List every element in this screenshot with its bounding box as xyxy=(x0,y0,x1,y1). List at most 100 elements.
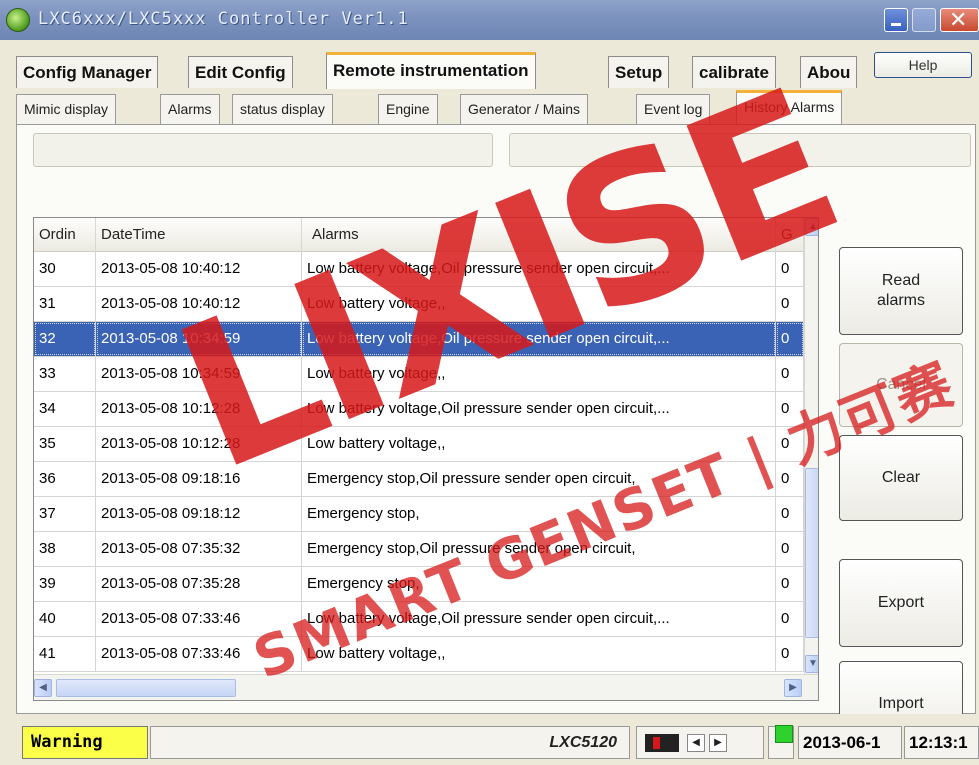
cell-alarms[interactable]: Emergency stop,Oil pressure sender open … xyxy=(302,462,776,496)
cell-g[interactable]: 0 xyxy=(776,462,804,496)
cell-ordin[interactable]: 41 xyxy=(34,637,96,671)
cell-g[interactable]: 0 xyxy=(776,392,804,426)
cell-alarms[interactable]: Low battery voltage,Oil pressure sender … xyxy=(302,322,776,356)
cell-ordin[interactable]: 35 xyxy=(34,427,96,461)
cell-datetime[interactable]: 2013-05-08 10:40:12 xyxy=(96,287,302,321)
cell-alarms[interactable]: Emergency stop,Oil pressure sender open … xyxy=(302,532,776,566)
table-row[interactable]: 34 2013-05-08 10:12:28 Low battery voltage… xyxy=(34,392,804,427)
cell-g[interactable]: 0 xyxy=(776,602,804,636)
column-header-ordin[interactable]: Ordin xyxy=(34,218,96,252)
cell-alarms[interactable]: Low battery voltage,, xyxy=(302,357,776,391)
scroll-up-icon[interactable]: ▲ xyxy=(805,218,818,236)
cell-ordin[interactable]: 33 xyxy=(34,357,96,391)
subtab-mimic-display[interactable]: Mimic display xyxy=(16,94,117,124)
subtab-event-log[interactable]: Event log xyxy=(636,94,711,124)
subtab-engine[interactable]: Engine xyxy=(378,94,438,124)
cell-datetime[interactable]: 2013-05-08 10:12:28 xyxy=(96,392,302,426)
table-row[interactable]: 39 2013-05-08 07:35:28 Emergency stop, 0 xyxy=(34,567,804,602)
cell-datetime[interactable]: 2013-05-08 09:18:12 xyxy=(96,497,302,531)
subtab-alarms[interactable]: Alarms xyxy=(160,94,220,124)
cell-datetime[interactable]: 2013-05-08 07:33:46 xyxy=(96,602,302,636)
cell-g[interactable]: 0 xyxy=(776,427,804,461)
minimize-button[interactable] xyxy=(884,8,908,32)
maximize-button[interactable] xyxy=(912,8,936,32)
tab-setup[interactable]: Setup xyxy=(608,56,670,88)
cell-datetime[interactable]: 2013-05-08 10:34:59 xyxy=(96,322,302,356)
table-row[interactable]: 40 2013-05-08 07:33:46 Low battery voltage… xyxy=(34,602,804,637)
scroll-right-icon[interactable]: ▶ xyxy=(784,679,802,697)
clear-button[interactable]: Clear xyxy=(839,435,963,521)
table-row[interactable]: 41 2013-05-08 07:33:46 Low battery voltage… xyxy=(34,637,804,672)
subtab-status-display[interactable]: status display xyxy=(232,94,333,124)
tab-calibrate[interactable]: calibrate xyxy=(692,56,776,88)
cell-g[interactable]: 0 xyxy=(776,637,804,671)
tab-edit-config[interactable]: Edit Config xyxy=(188,56,293,88)
cell-datetime[interactable]: 2013-05-08 10:34:59 xyxy=(96,357,302,391)
table-row[interactable]: 30 2013-05-08 10:40:12 Low battery voltage… xyxy=(34,252,804,287)
info-field-left[interactable] xyxy=(33,133,493,167)
cell-ordin[interactable]: 31 xyxy=(34,287,96,321)
cell-alarms[interactable]: Low battery voltage,Oil pressure sender … xyxy=(302,602,776,636)
cell-ordin[interactable]: 38 xyxy=(34,532,96,566)
table-row[interactable]: 33 2013-05-08 10:34:59 Low battery voltage… xyxy=(34,357,804,392)
subtab-generator-mains[interactable]: Generator / Mains xyxy=(460,94,589,124)
cell-ordin[interactable]: 34 xyxy=(34,392,96,426)
cell-g[interactable]: 0 xyxy=(776,252,804,286)
cell-datetime[interactable]: 2013-05-08 07:35:32 xyxy=(96,532,302,566)
column-header-g[interactable]: G xyxy=(776,218,804,252)
tab-config-manager[interactable]: Config Manager xyxy=(16,56,159,88)
column-header-alarms[interactable]: Alarms xyxy=(302,218,776,252)
next-arrow-icon[interactable]: ▶ xyxy=(709,734,727,752)
table-row[interactable]: 38 2013-05-08 07:35:32 Emergency stop,Oil … xyxy=(34,532,804,567)
read-alarms-button[interactable]: Read alarms xyxy=(839,247,963,335)
cell-alarms[interactable]: Low battery voltage,, xyxy=(302,287,776,321)
scroll-down-icon[interactable]: ▼ xyxy=(805,655,818,673)
cell-alarms[interactable]: Low battery voltage,Oil pressure sender … xyxy=(302,392,776,426)
page-navigator: ◀ ▶ xyxy=(636,726,764,759)
cell-datetime[interactable]: 2013-05-08 07:33:46 xyxy=(96,637,302,671)
cell-g[interactable]: 0 xyxy=(776,322,804,356)
table-row[interactable]: 35 2013-05-08 10:12:28 Low battery voltage… xyxy=(34,427,804,462)
cell-g[interactable]: 0 xyxy=(776,357,804,391)
table-row[interactable]: 36 2013-05-08 09:18:16 Emergency stop,Oil … xyxy=(34,462,804,497)
cell-alarms[interactable]: Emergency stop, xyxy=(302,567,776,601)
close-button[interactable] xyxy=(940,8,979,33)
cell-alarms[interactable]: Emergency stop, xyxy=(302,497,776,531)
cell-datetime[interactable]: 2013-05-08 10:12:28 xyxy=(96,427,302,461)
cancel-button[interactable]: Cancel xyxy=(839,343,963,427)
tab-remote-instrumentation[interactable]: Remote instrumentation xyxy=(326,52,536,89)
help-button[interactable]: Help xyxy=(874,52,972,78)
table-row[interactable]: 37 2013-05-08 09:18:12 Emergency stop, 0 xyxy=(34,497,804,532)
info-field-right[interactable] xyxy=(509,133,971,167)
tab-about[interactable]: Abou xyxy=(800,56,858,88)
connection-status xyxy=(768,725,794,759)
prev-arrow-icon[interactable]: ◀ xyxy=(687,734,705,752)
horizontal-scroll-thumb[interactable] xyxy=(56,679,236,697)
horizontal-scrollbar[interactable]: ◀ ▶ xyxy=(34,674,818,700)
cell-g[interactable]: 0 xyxy=(776,567,804,601)
subtab-history-alarms[interactable]: History Alarms xyxy=(736,90,843,125)
cell-ordin[interactable]: 32 xyxy=(34,322,96,356)
cell-datetime[interactable]: 2013-05-08 09:18:16 xyxy=(96,462,302,496)
cell-g[interactable]: 0 xyxy=(776,532,804,566)
cell-datetime[interactable]: 2013-05-08 07:35:28 xyxy=(96,567,302,601)
column-header-datetime[interactable]: DateTime xyxy=(96,218,302,252)
table-row[interactable]: 32 2013-05-08 10:34:59 Low battery voltage… xyxy=(34,322,804,357)
cell-ordin[interactable]: 36 xyxy=(34,462,96,496)
cell-ordin[interactable]: 40 xyxy=(34,602,96,636)
table-row[interactable]: 31 2013-05-08 10:40:12 Low battery voltage… xyxy=(34,287,804,322)
export-button[interactable]: Export xyxy=(839,559,963,647)
cell-g[interactable]: 0 xyxy=(776,497,804,531)
history-alarms-grid[interactable]: Ordin DateTime Alarms G 30 2013-05-08 10:… xyxy=(33,217,819,701)
vertical-scrollbar[interactable]: ▲ ▼ xyxy=(804,218,818,674)
cell-alarms[interactable]: Low battery voltage,, xyxy=(302,427,776,461)
cell-alarms[interactable]: Low battery voltage,, xyxy=(302,637,776,671)
vertical-scroll-thumb[interactable] xyxy=(805,468,818,638)
cell-alarms[interactable]: Low battery voltage,Oil pressure sender … xyxy=(302,252,776,286)
cell-ordin[interactable]: 37 xyxy=(34,497,96,531)
cell-datetime[interactable]: 2013-05-08 10:40:12 xyxy=(96,252,302,286)
cell-ordin[interactable]: 30 xyxy=(34,252,96,286)
cell-g[interactable]: 0 xyxy=(776,287,804,321)
cell-ordin[interactable]: 39 xyxy=(34,567,96,601)
scroll-left-icon[interactable]: ◀ xyxy=(34,679,52,697)
